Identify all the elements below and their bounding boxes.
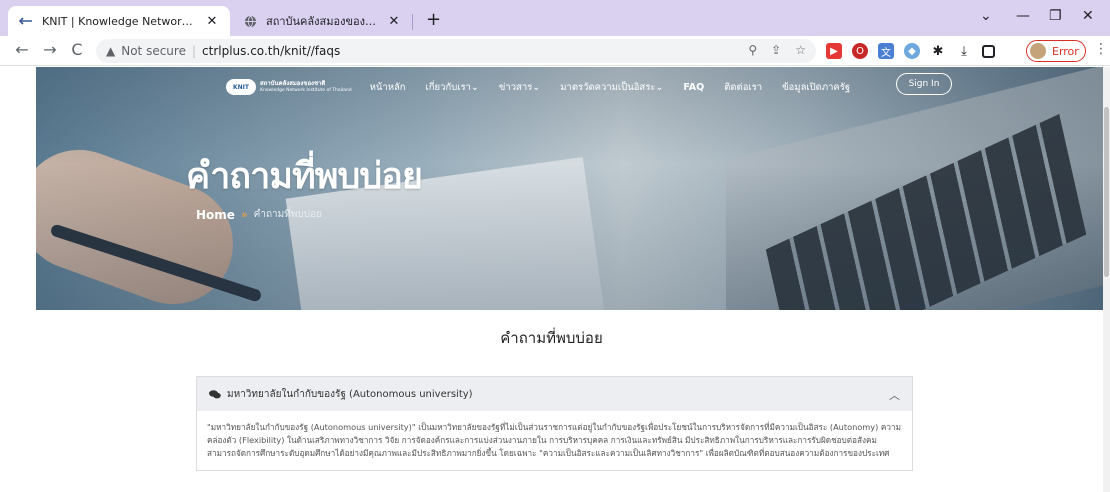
divider: | — [191, 44, 197, 58]
hero-banner: KNIT สถาบันคลังสมองของชาติ Knowledge Net… — [36, 67, 1103, 310]
comments-icon — [209, 389, 221, 398]
faq-answer-text: "มหาวิทยาลัยในกำกับของรัฐ (Autonomous un… — [207, 422, 901, 458]
site-navbar: KNIT สถาบันคลังสมองของชาติ Knowledge Net… — [226, 73, 966, 101]
globe-icon — [242, 13, 258, 29]
nav-item-news[interactable]: ข่าวสาร⌄ — [499, 80, 540, 95]
faq-accordion: มหาวิทยาลัยในกำกับของรัฐ (Autonomous uni… — [196, 376, 913, 471]
nav-item-faq[interactable]: FAQ — [683, 82, 704, 93]
close-icon[interactable]: ✕ — [204, 14, 220, 29]
nav-item-contact[interactable]: ติดต่อเรา — [724, 80, 762, 95]
new-tab-button[interactable]: + — [426, 11, 441, 29]
extension-red-icon[interactable]: ▶ — [826, 43, 842, 59]
knit-favicon-icon — [18, 13, 34, 29]
faq-question-header[interactable]: มหาวิทยาลัยในกำกับของรัฐ (Autonomous uni… — [197, 377, 912, 411]
chevron-up-icon[interactable]: ︿ — [889, 387, 900, 403]
reload-icon[interactable]: C — [67, 40, 87, 59]
extensions-puzzle-icon[interactable]: ✱ — [930, 43, 946, 59]
share-icon[interactable]: ⇪ — [771, 43, 781, 57]
web-page: KNIT สถาบันคลังสมองของชาติ Knowledge Net… — [0, 67, 1103, 492]
nav-item-label: มาตรวัดความเป็นอิสระ — [560, 81, 656, 93]
tab-php-ci[interactable]: สถาบันคลังสมองของชาติ PHP CI MA ✕ — [232, 6, 412, 36]
avatar — [1029, 42, 1047, 60]
tab-separator — [412, 14, 413, 30]
back-arrow-icon[interactable]: ← — [12, 40, 32, 59]
download-icon[interactable]: ⤓ — [956, 43, 972, 59]
nav-item-label: ข่าวสาร — [498, 81, 533, 93]
page-scrollbar[interactable] — [1103, 67, 1110, 492]
side-panel-icon[interactable] — [982, 45, 995, 58]
browser-tab-strip: KNIT | Knowledge Network Instit ✕ สถาบัน… — [0, 0, 1110, 36]
close-icon[interactable]: ✕ — [386, 14, 402, 29]
logo-name-english: Knowledge Network Institute of Thailand — [260, 88, 352, 93]
page-title: คำถามที่พบบ่อย — [186, 156, 423, 197]
logo-mark: KNIT — [226, 79, 256, 95]
tab-title: KNIT | Knowledge Network Instit — [42, 14, 198, 28]
chevron-down-icon: ⌄ — [532, 81, 541, 93]
sign-in-button[interactable]: Sign In — [896, 73, 952, 95]
forward-arrow-icon[interactable]: → — [40, 40, 60, 59]
nav-item-label: เกี่ยวกับเรา — [425, 81, 471, 93]
extension-opera-icon[interactable]: O — [852, 43, 868, 59]
minimize-icon[interactable]: — — [1016, 8, 1030, 24]
breadcrumb-separator-icon: » — [240, 208, 248, 221]
scrollbar-thumb[interactable] — [1104, 107, 1109, 277]
zoom-icon[interactable]: ⚲ — [748, 43, 757, 57]
nav-item-about[interactable]: เกี่ยวกับเรา⌄ — [426, 80, 479, 95]
tab-knit[interactable]: KNIT | Knowledge Network Instit ✕ — [8, 6, 230, 36]
extension-diamond-icon[interactable]: ◆ — [904, 43, 920, 59]
chevron-down-icon: ⌄ — [655, 81, 664, 93]
profile-error-label: Error — [1052, 44, 1079, 58]
breadcrumb-home-link[interactable]: Home — [196, 208, 235, 222]
site-logo[interactable]: KNIT สถาบันคลังสมองของชาติ Knowledge Net… — [226, 79, 352, 95]
profile-error-button[interactable]: Error — [1026, 40, 1086, 62]
breadcrumb-current: คำถามที่พบบ่อย — [253, 209, 322, 220]
extension-translate-icon[interactable]: 文 — [878, 43, 894, 59]
nav-item-open-data[interactable]: ข้อมูลเปิดภาครัฐ — [782, 80, 850, 95]
bookmark-star-icon[interactable]: ☆ — [795, 43, 806, 57]
faq-question-text: มหาวิทยาลัยในกำกับของรัฐ (Autonomous uni… — [227, 388, 473, 400]
section-heading: คำถามที่พบบ่อย — [500, 329, 603, 347]
breadcrumb: Home » คำถามที่พบบ่อย — [196, 207, 322, 222]
menu-kebab-icon[interactable]: ⋮ — [1094, 41, 1108, 57]
browser-toolbar: ← → C ▲ Not secure | ctrlplus.co.th/knit… — [0, 36, 1110, 66]
nav-item-home[interactable]: หน้าหลัก — [370, 80, 406, 95]
url-text: ctrlplus.co.th/knit//faqs — [202, 44, 341, 58]
tab-title: สถาบันคลังสมองของชาติ PHP CI MA — [266, 15, 380, 28]
window-close-icon[interactable]: ✕ — [1082, 8, 1094, 24]
security-label: Not secure — [121, 44, 186, 58]
warning-icon: ▲ — [106, 44, 116, 58]
restore-icon[interactable]: ❐ — [1049, 8, 1062, 24]
address-bar[interactable]: ▲ Not secure | ctrlplus.co.th/knit//faqs… — [96, 39, 816, 63]
logo-name-thai: สถาบันคลังสมองของชาติ — [260, 80, 326, 87]
tab-search-chevron-icon[interactable]: ⌄ — [980, 8, 992, 24]
chevron-down-icon: ⌄ — [470, 81, 479, 93]
nav-item-autonomy-index[interactable]: มาตรวัดความเป็นอิสระ⌄ — [560, 80, 663, 95]
